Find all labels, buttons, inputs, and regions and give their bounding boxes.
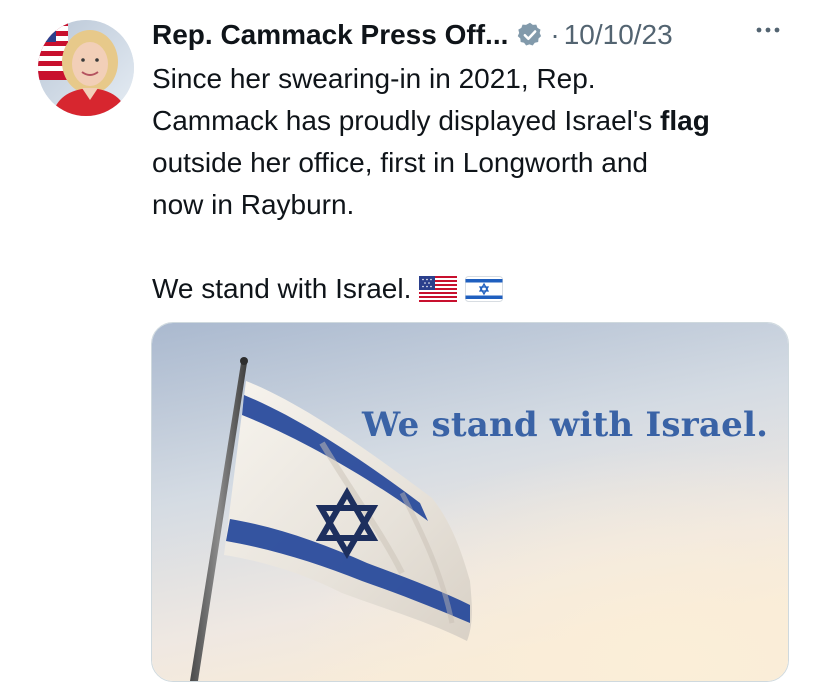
israel-flag-icon (465, 276, 504, 302)
tweet-text-segment: Cammack has proudly displayed Israel's (152, 105, 661, 136)
tweet-text-bold: flag (660, 105, 710, 136)
tweet-text-line: We stand with Israel. (152, 268, 802, 310)
israel-flag-photo (152, 323, 788, 681)
author-name[interactable]: Rep. Cammack Press Off... (152, 19, 508, 51)
tweet-text-line: Cammack has proudly displayed Israel's f… (152, 100, 802, 142)
author-avatar[interactable] (38, 20, 134, 116)
more-options-icon[interactable] (750, 12, 786, 48)
tweet-header: Rep. Cammack Press Off... · 10/10/23 (152, 14, 812, 56)
verified-badge-icon (516, 21, 544, 49)
tweet-media-image[interactable]: We stand with Israel. (151, 322, 789, 682)
us-flag-icon (419, 276, 458, 302)
tweet-text-line: outside her office, first in Longworth a… (152, 147, 649, 178)
tweet-date[interactable]: 10/10/23 (564, 19, 673, 51)
tweet-text: Since her swearing-in in 2021, Rep. Camm… (152, 58, 802, 310)
media-caption: We stand with Israel. (362, 405, 769, 445)
tweet-text-line: now in Rayburn. (152, 189, 355, 220)
header-separator: · (550, 19, 560, 50)
tweet-text-segment: We stand with Israel. (152, 273, 412, 304)
tweet-text-line: Since her swearing-in in 2021, Rep. (152, 63, 596, 94)
tweet-card[interactable]: Rep. Cammack Press Off... · 10/10/23 Sin… (0, 0, 828, 696)
